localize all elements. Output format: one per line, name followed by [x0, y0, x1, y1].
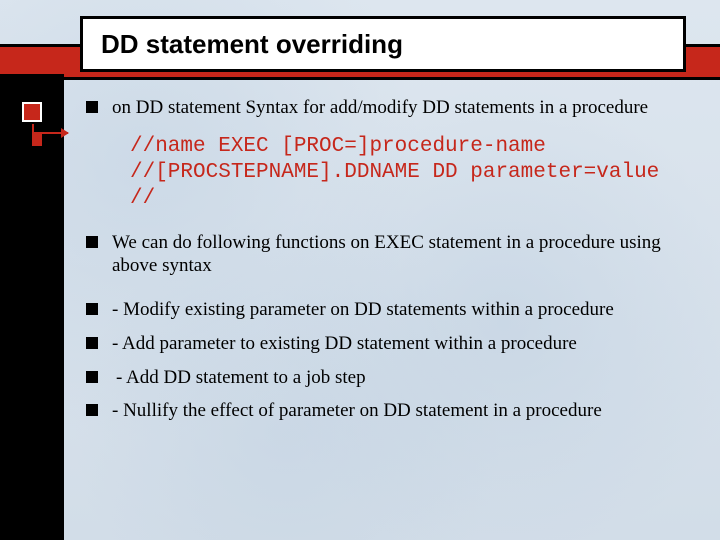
left-sidebar: [0, 74, 64, 540]
code-line: //name EXEC [PROC=]procedure-name: [130, 135, 546, 158]
bullet-icon: [86, 236, 98, 248]
bullet-icon: [86, 337, 98, 349]
list-item: - Add DD statement to a job step: [86, 366, 692, 390]
list-item: We can do following functions on EXEC st…: [86, 231, 692, 279]
code-line: //[PROCSTEPNAME].DDNAME DD parameter=val…: [130, 161, 659, 184]
list-item: - Nullify the effect of parameter on DD …: [86, 399, 692, 423]
code-line: //: [130, 187, 155, 210]
code-block: //name EXEC [PROC=]procedure-name //[PRO…: [130, 134, 692, 213]
list-item: - Add parameter to existing DD statement…: [86, 332, 692, 356]
list-item: on DD statement Syntax for add/modify DD…: [86, 96, 692, 120]
bullet-icon: [86, 101, 98, 113]
title-box: DD statement overriding: [80, 16, 686, 72]
bullet-text: We can do following functions on EXEC st…: [112, 231, 692, 279]
list-item: - Modify existing parameter on DD statem…: [86, 298, 692, 322]
bullet-text: - Add DD statement to a job step: [116, 366, 692, 390]
bullet-text: - Nullify the effect of parameter on DD …: [112, 399, 692, 423]
bullet-icon: [86, 371, 98, 383]
content-area: on DD statement Syntax for add/modify DD…: [86, 96, 692, 520]
bullet-text: on DD statement Syntax for add/modify DD…: [112, 96, 692, 120]
bullet-text: - Add parameter to existing DD statement…: [112, 332, 692, 356]
slide-title: DD statement overriding: [101, 29, 403, 60]
slide: DD statement overriding on DD statement …: [0, 0, 720, 540]
bullet-text: - Modify existing parameter on DD statem…: [112, 298, 692, 322]
spacer: [86, 288, 692, 298]
bullet-icon: [86, 303, 98, 315]
arrow-icon: [32, 132, 68, 134]
bullet-icon: [86, 404, 98, 416]
